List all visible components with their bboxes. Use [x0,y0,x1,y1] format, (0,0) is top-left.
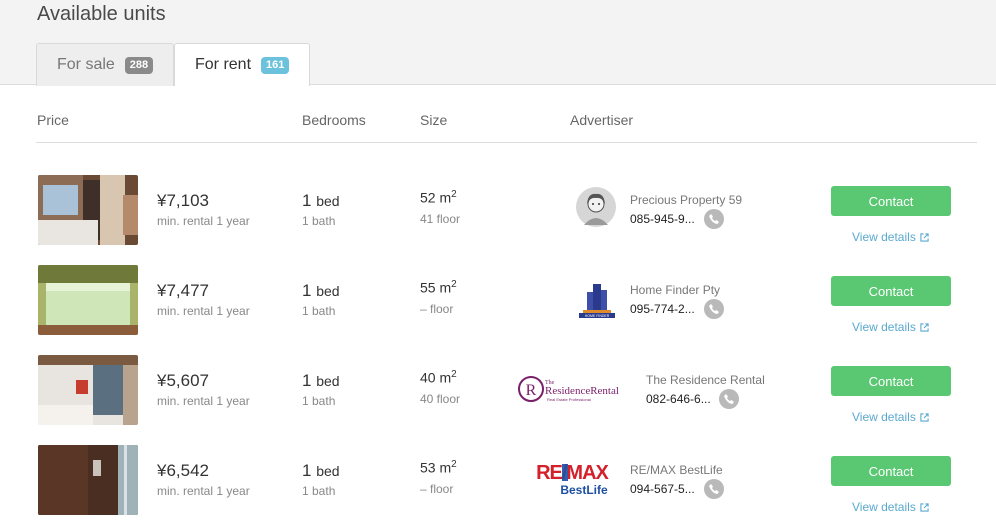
external-link-icon [920,322,929,332]
view-details-link[interactable]: View details [852,230,929,244]
tab-for-sale[interactable]: For sale 288 [36,43,174,86]
external-link-icon [920,502,929,512]
size: 53 m2 [420,459,457,476]
view-details-label: View details [852,500,916,514]
min-rental: min. rental 1 year [157,484,250,498]
bedrooms: 1 bed [302,461,340,481]
bathrooms: 1 bath [302,484,336,498]
count-badge: 161 [261,56,290,74]
advertiser-name[interactable]: Precious Property 59 [630,193,742,207]
bed-unit: bed [316,283,340,299]
svg-text:Real Estate Professional: Real Estate Professional [547,397,591,402]
bed-unit: bed [316,373,340,389]
advertiser-phone: 095-774-2... [630,302,695,316]
advertiser-phone: 082-646-6... [646,392,711,406]
size-value: 55 m [420,279,452,296]
header-divider [36,142,977,143]
size: 52 m2 [420,189,457,206]
phone-icon[interactable] [719,389,739,409]
floor: 40 floor [420,392,461,406]
column-header-bedrooms: Bedrooms [302,112,366,128]
size-value: 52 m [420,189,452,206]
bed-count: 1 [302,281,312,300]
avatar-icon [576,187,616,232]
residence-rental-logo: R The ResidenceRental Real Estate Profes… [518,375,632,410]
bathrooms: 1 bath [302,214,336,228]
bedrooms: 1 bed [302,371,340,391]
count-badge: 288 [124,56,154,74]
svg-text:ResidenceRental: ResidenceRental [545,385,619,397]
advertiser-phone: 085-945-9... [630,212,695,226]
bathrooms: 1 bath [302,394,336,408]
listing-row: ¥7,477 min. rental 1 year 1 bed 1 bath 5… [0,265,996,335]
svg-text:RE/MAX: RE/MAX [536,462,609,484]
bed-count: 1 [302,191,312,210]
view-details-label: View details [852,320,916,334]
contact-button[interactable]: Contact [831,366,951,396]
remax-logo: RE/MAX BestLife [532,461,612,502]
size-unit-sup: 2 [451,189,457,200]
bed-unit: bed [316,193,340,209]
phone-icon[interactable] [704,209,724,229]
view-details-link[interactable]: View details [852,500,929,514]
bedrooms: 1 bed [302,281,340,301]
phone-icon[interactable] [704,479,724,499]
size-value: 53 m [420,459,452,476]
advertiser-name[interactable]: Home Finder Pty [630,283,720,297]
svg-text:R: R [526,382,537,399]
view-details-label: View details [852,410,916,424]
listing-photo[interactable] [38,175,138,245]
size-unit-sup: 2 [451,369,457,380]
size: 40 m2 [420,369,457,386]
floor: – floor [420,482,454,496]
external-link-icon [920,232,929,242]
tab-label: For rent [195,56,252,73]
min-rental: min. rental 1 year [157,214,250,228]
listing-row: ¥5,607 min. rental 1 year 1 bed 1 bath 4… [0,355,996,425]
floor: – floor [420,302,454,316]
listing-row: ¥6,542 min. rental 1 year 1 bed 1 bath 5… [0,445,996,515]
price: ¥7,477 [157,281,209,300]
floor: 41 floor [420,212,461,226]
contact-button[interactable]: Contact [831,276,951,306]
homefinder-logo: HOME FINDER [579,278,615,323]
size-value: 40 m [420,369,452,386]
contact-button[interactable]: Contact [831,186,951,216]
listing-row: ¥7,103 min. rental 1 year 1 bed 1 bath 5… [0,175,996,245]
page-title: Available units [37,3,166,25]
column-header-advertiser: Advertiser [570,112,634,128]
advertiser-phone: 094-567-5... [630,482,695,496]
phone-icon[interactable] [704,299,724,319]
price: ¥6,542 [157,461,209,480]
column-header-size: Size [420,112,448,128]
price: ¥7,103 [157,191,209,210]
view-details-label: View details [852,230,916,244]
size-unit-sup: 2 [451,279,457,290]
listing-photo[interactable] [38,265,138,335]
size-unit-sup: 2 [451,459,457,470]
size: 55 m2 [420,279,457,296]
bed-count: 1 [302,461,312,480]
tab-for-rent[interactable]: For rent 161 [174,43,310,86]
view-details-link[interactable]: View details [852,410,929,424]
svg-text:BestLife: BestLife [560,483,608,497]
bed-count: 1 [302,371,312,390]
advertiser-name[interactable]: The Residence Rental [646,373,765,387]
min-rental: min. rental 1 year [157,304,250,318]
bed-unit: bed [316,463,340,479]
svg-text:HOME FINDER: HOME FINDER [585,314,610,318]
view-details-link[interactable]: View details [852,320,929,334]
bedrooms: 1 bed [302,191,340,211]
price: ¥5,607 [157,371,209,390]
listing-photo[interactable] [38,445,138,515]
min-rental: min. rental 1 year [157,394,250,408]
bathrooms: 1 bath [302,304,336,318]
contact-button[interactable]: Contact [831,456,951,486]
listing-photo[interactable] [38,355,138,425]
advertiser-name[interactable]: RE/MAX BestLife [630,463,723,477]
external-link-icon [920,412,929,422]
column-header-price: Price [37,112,69,128]
tab-label: For sale [57,56,115,73]
